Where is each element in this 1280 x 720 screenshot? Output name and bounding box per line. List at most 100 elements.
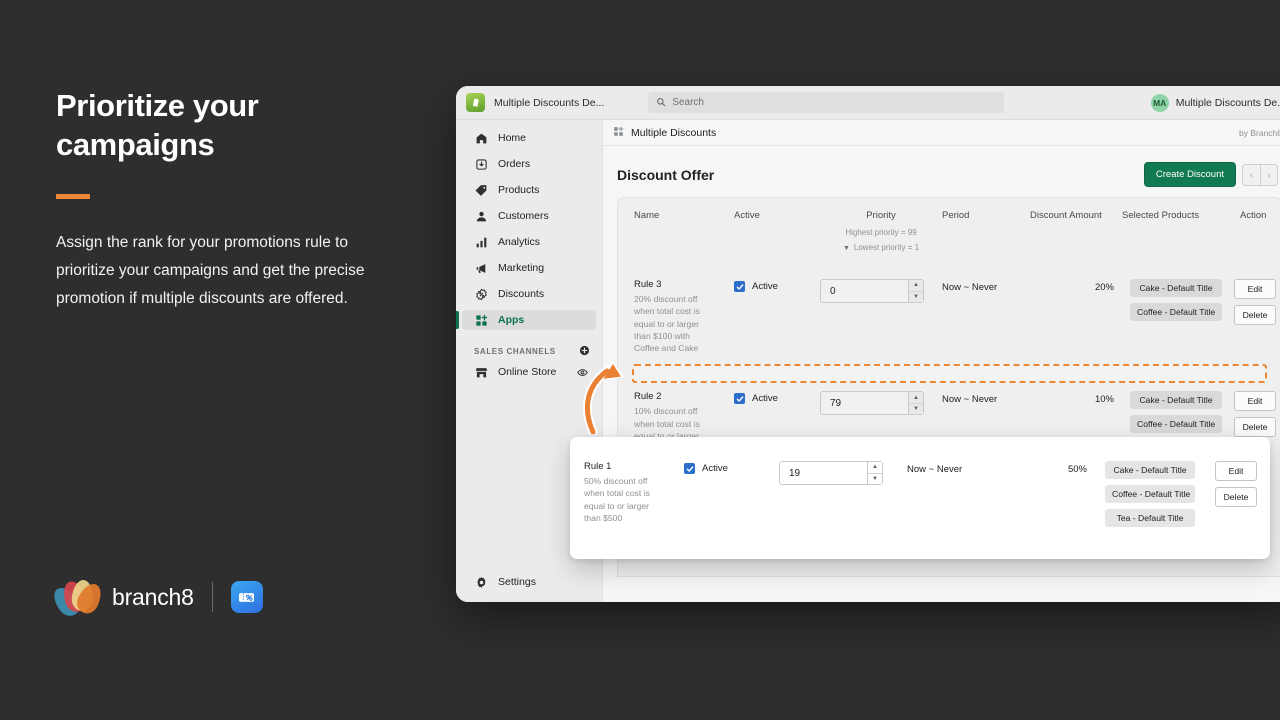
edit-button[interactable]: Edit (1234, 391, 1276, 412)
column-header-period: Period (942, 210, 970, 221)
active-checkbox[interactable] (684, 463, 695, 474)
lockup-divider (211, 582, 213, 612)
drag-drop-placeholder[interactable] (632, 364, 1267, 384)
accent-divider (56, 194, 90, 199)
action-cell: Edit Delete (1222, 279, 1278, 331)
stepper-arrows[interactable]: ▲ ▼ (908, 392, 923, 415)
priority-stepper[interactable]: 79 ▲ ▼ (820, 391, 924, 416)
sidebar-item-customers[interactable]: Customers (462, 206, 596, 226)
sidebar-item-marketing[interactable]: Marketing (462, 258, 596, 278)
sort-caret-icon[interactable]: ▼ (843, 242, 850, 255)
sidebar-item-label: Analytics (498, 236, 541, 248)
bar-chart-icon (474, 235, 488, 249)
delete-button[interactable]: Delete (1234, 417, 1276, 438)
table-row[interactable]: Rule 3 20% discount off when total cost … (618, 255, 1280, 358)
sidebar-item-online-store[interactable]: Online Store (462, 362, 596, 382)
column-header-priority[interactable]: Priority Highest priority = 99 ▼ Lowest p… (820, 210, 942, 255)
storefront-icon (474, 365, 488, 379)
product-tag: Coffee - Default Title (1130, 303, 1222, 321)
chevron-left-icon[interactable]: ‹ (1242, 163, 1260, 186)
rule-name: Rule 2 (634, 391, 662, 403)
priority-stepper[interactable]: 0 ▲ ▼ (820, 279, 924, 303)
home-icon (474, 131, 488, 145)
shopify-topbar: Multiple Discounts De... Search MA Multi… (456, 86, 1280, 120)
dragged-rule-card[interactable]: Rule 1 50% discount off when total cost … (570, 437, 1270, 559)
amount-cell: 50% (1067, 464, 1087, 475)
stepper-down-icon: ▼ (909, 403, 923, 415)
amount-cell: 10% (1094, 394, 1114, 406)
active-label: Active (752, 281, 778, 292)
gear-icon (474, 575, 488, 589)
sidebar-item-analytics[interactable]: Analytics (462, 232, 596, 252)
rule-description: 50% discount off when total cost is equa… (584, 476, 650, 523)
column-header-amount: Discount Amount (1030, 210, 1102, 221)
rule-name: Rule 3 (634, 279, 662, 290)
edit-button[interactable]: Edit (1215, 461, 1257, 481)
tag-icon (474, 183, 488, 197)
priority-value: 19 (789, 467, 801, 479)
ticket-percent-icon (230, 581, 263, 613)
app-author: by Branch8 (1239, 127, 1280, 138)
create-discount-button[interactable]: Create Discount (1143, 162, 1236, 187)
action-cell: Edit Delete (1195, 461, 1257, 513)
edit-button[interactable]: Edit (1234, 279, 1276, 299)
rule-name-cell: Rule 1 50% discount off when total cost … (584, 461, 684, 524)
marketing-body-text: Assign the rank for your promotions rule… (56, 234, 365, 307)
sidebar-item-apps[interactable]: Apps (456, 310, 596, 330)
search-icon (656, 94, 666, 112)
product-tag: Tea - Default Title (1105, 509, 1195, 527)
priority-note-high: Highest priority = 99 (845, 228, 917, 237)
product-tag: Cake - Default Title (1105, 461, 1195, 479)
orders-icon (474, 157, 488, 171)
page-actions: Create Discount ‹ › (1143, 162, 1278, 187)
section-title: Discount Offer (617, 166, 715, 183)
products-cell: Cake - Default Title Coffee - Default Ti… (1114, 279, 1222, 327)
priority-stepper[interactable]: 19 ▲ ▼ (779, 461, 883, 485)
stepper-arrows[interactable]: ▲ ▼ (908, 280, 923, 302)
brand-name: branch8 (112, 583, 194, 610)
sidebar-section-label: SALES CHANNELS (474, 346, 556, 356)
sidebar-item-home[interactable]: Home (462, 128, 596, 148)
account-name: Multiple Discounts De... (1175, 96, 1280, 109)
active-cell: Active (734, 279, 820, 292)
active-cell: Active (734, 391, 820, 405)
sidebar-item-orders[interactable]: Orders (462, 154, 596, 174)
person-icon (474, 209, 488, 223)
apps-grid-icon (613, 124, 624, 142)
active-checkbox[interactable] (734, 393, 745, 405)
sidebar-item-label: Marketing (498, 262, 545, 274)
branch8-petals-icon (48, 578, 106, 621)
account-menu[interactable]: MA Multiple Discounts De... (1150, 93, 1280, 112)
column-header-priority-label: Priority (866, 210, 896, 221)
priority-cell: 79 ▲ ▼ (820, 391, 942, 416)
search-input[interactable]: Search (648, 92, 1005, 113)
priority-value: 79 (830, 397, 842, 409)
search-placeholder: Search (672, 97, 704, 108)
priority-cell: 0 ▲ ▼ (820, 279, 942, 303)
column-header-action: Action (1240, 210, 1267, 221)
active-cell: Active (684, 461, 779, 474)
stepper-arrows[interactable]: ▲ ▼ (867, 462, 882, 484)
shopify-bag-icon (466, 93, 485, 112)
delete-button[interactable]: Delete (1234, 305, 1276, 325)
product-tag: Coffee - Default Title (1130, 415, 1222, 434)
column-header-products: Selected Products (1122, 210, 1200, 221)
sidebar-item-label: Online Store (498, 366, 557, 378)
delete-button[interactable]: Delete (1215, 487, 1257, 507)
period-cell: Now ~ Never (942, 282, 998, 293)
period-cell: Now ~ Never (942, 394, 998, 406)
chevron-right-icon[interactable]: › (1260, 163, 1278, 186)
stepper-down-icon: ▼ (909, 291, 923, 302)
products-cell: Cake - Default Title Coffee - Default Ti… (1087, 461, 1195, 533)
amount-cell: 20% (1094, 282, 1114, 293)
pagination: ‹ › (1242, 163, 1278, 186)
stepper-up-icon: ▲ (909, 392, 923, 404)
breadcrumb-app-name[interactable]: Multiple Discounts (631, 127, 716, 139)
stepper-down-icon: ▼ (868, 473, 882, 484)
active-checkbox[interactable] (734, 281, 745, 292)
sidebar-item-discounts[interactable]: Discounts (462, 284, 596, 304)
discount-icon (474, 287, 488, 301)
sidebar-item-products[interactable]: Products (462, 180, 596, 200)
sidebar-item-settings[interactable]: Settings (462, 572, 596, 592)
page-header: Discount Offer Create Discount ‹ › (603, 146, 1280, 197)
